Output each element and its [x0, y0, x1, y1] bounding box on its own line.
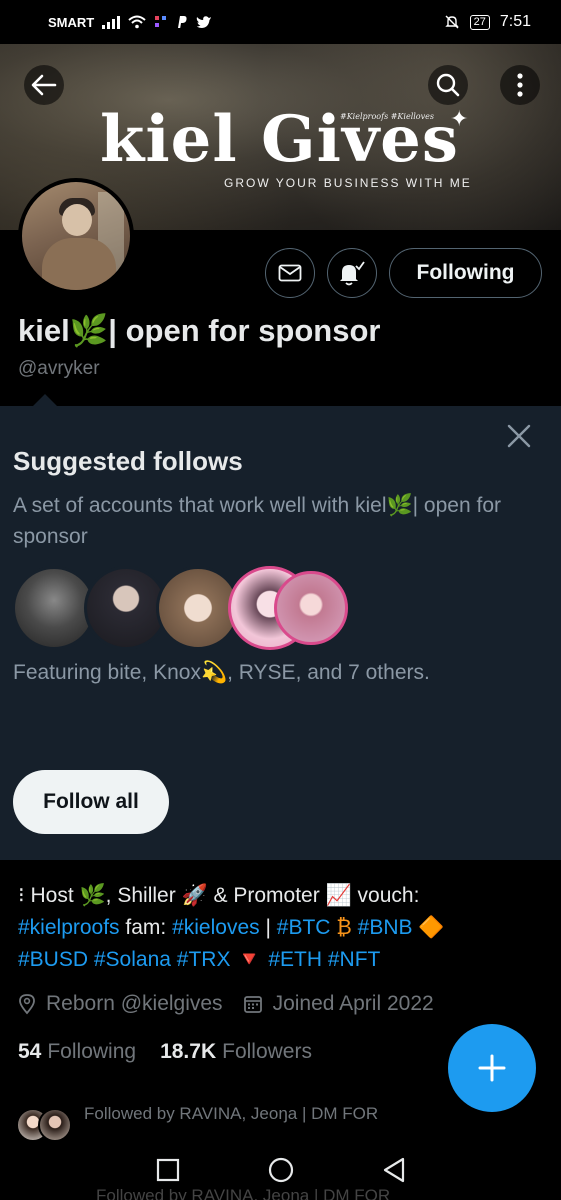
- mutual-avatar: [38, 1108, 72, 1142]
- followers-link[interactable]: 18.7K Followers: [160, 1040, 312, 1064]
- sparkle-icon: ✦: [450, 106, 469, 131]
- following-button[interactable]: Following: [389, 248, 542, 298]
- hashtag-link[interactable]: #BNB: [358, 916, 413, 939]
- recents-square-icon[interactable]: [156, 1158, 180, 1182]
- battery-indicator: 27: [469, 14, 490, 30]
- follow-stats: 54 Following 18.7K Followers: [18, 1040, 312, 1064]
- following-link[interactable]: 54 Following: [18, 1040, 136, 1064]
- more-vertical-icon: [517, 73, 523, 97]
- twitter-bird-icon: [196, 16, 212, 28]
- suggest-pointer: [32, 394, 58, 407]
- location-icon: [19, 994, 35, 1015]
- paypal-icon: [178, 16, 187, 28]
- bell-off-icon: [444, 15, 459, 29]
- banner-tagline: GROW YOUR BUSINESS WITH ME: [224, 176, 472, 190]
- hashtag-link[interactable]: #BUSD: [18, 948, 88, 971]
- followers-label: Followers: [222, 1040, 312, 1063]
- followed-by-text: Followed by RAVINA, Jeoŋa | DM FOR: [84, 1104, 379, 1123]
- dismiss-button[interactable]: [503, 420, 535, 452]
- clock: 7:51: [499, 13, 531, 30]
- back-triangle-icon[interactable]: [382, 1157, 406, 1183]
- more-options-button[interactable]: [500, 65, 540, 105]
- hashtag-link[interactable]: #BTC: [277, 916, 331, 939]
- following-label: Following: [47, 1040, 137, 1063]
- username-handle: @avryker: [18, 358, 100, 379]
- profile-avatar[interactable]: [18, 178, 134, 294]
- hashtag-link[interactable]: #NFT: [328, 948, 381, 971]
- bnb-icon: 🔶: [412, 916, 445, 939]
- close-icon: [507, 424, 531, 448]
- featuring-text: Featuring bite, Knox💫, RYSE, and 7 other…: [13, 661, 430, 684]
- banner-tags: #Kielproofs #Kielloves: [340, 112, 434, 121]
- underlay-text: Followed by RAVINA, Jeoŋa | DM FOR: [96, 1186, 391, 1200]
- tron-icon: 🔻: [230, 948, 269, 971]
- search-icon: [436, 73, 460, 97]
- bell-check-icon: [340, 261, 365, 286]
- hashtag-link[interactable]: #ETH: [268, 948, 322, 971]
- status-bar: SMART 27 7:51: [0, 0, 561, 44]
- bitcoin-icon: ₿: [330, 916, 358, 939]
- wifi-icon: [128, 15, 146, 29]
- compose-tweet-button[interactable]: [448, 1024, 536, 1112]
- display-name: kiel🌿| open for sponsor: [18, 313, 381, 348]
- bio-text: fam:: [119, 916, 173, 939]
- arrow-left-icon: [31, 74, 57, 96]
- followers-count: 18.7K: [160, 1040, 217, 1063]
- plus-icon: [478, 1054, 506, 1082]
- signal-icon: [102, 15, 121, 29]
- hashtag-link[interactable]: #Solana: [94, 948, 171, 971]
- message-button[interactable]: [265, 248, 315, 298]
- mail-icon: [278, 264, 302, 282]
- profile-bio: ⁝ Host 🌿, Shiller 🚀 & Promoter 📈 vouch: …: [18, 880, 548, 976]
- joined-date: Joined April 2022: [272, 992, 434, 1015]
- follow-all-button[interactable]: Follow all: [13, 770, 169, 834]
- notifications-button[interactable]: [327, 248, 377, 298]
- search-button[interactable]: [428, 65, 468, 105]
- followed-by-row[interactable]: Followed by RAVINA, Jeoŋa | DM FOR: [16, 1104, 378, 1142]
- profile-meta: Reborn @kielgives Joined April 2022: [18, 992, 434, 1016]
- bio-text: |: [259, 916, 277, 939]
- suggested-follows-panel: Suggested follows A set of accounts that…: [0, 406, 561, 860]
- suggested-title: Suggested follows: [13, 446, 243, 476]
- suggested-avatar[interactable]: [274, 571, 348, 645]
- location-text: Reborn @kielgives: [46, 992, 223, 1015]
- following-count: 54: [18, 1040, 42, 1063]
- app-notification-icon: [155, 16, 167, 27]
- carrier-label: SMART: [48, 14, 95, 30]
- suggested-description: A set of accounts that work well with ki…: [13, 494, 501, 548]
- hashtag-link[interactable]: #kielproofs: [18, 916, 120, 939]
- calendar-icon: [243, 996, 262, 1013]
- back-button[interactable]: [24, 65, 64, 105]
- hashtag-link[interactable]: #kieloves: [172, 916, 260, 939]
- hashtag-link[interactable]: #TRX: [177, 948, 231, 971]
- home-circle-icon[interactable]: [268, 1157, 294, 1183]
- bio-text: ⁝ Host 🌿, Shiller 🚀 & Promoter 📈 vouch:: [18, 884, 420, 907]
